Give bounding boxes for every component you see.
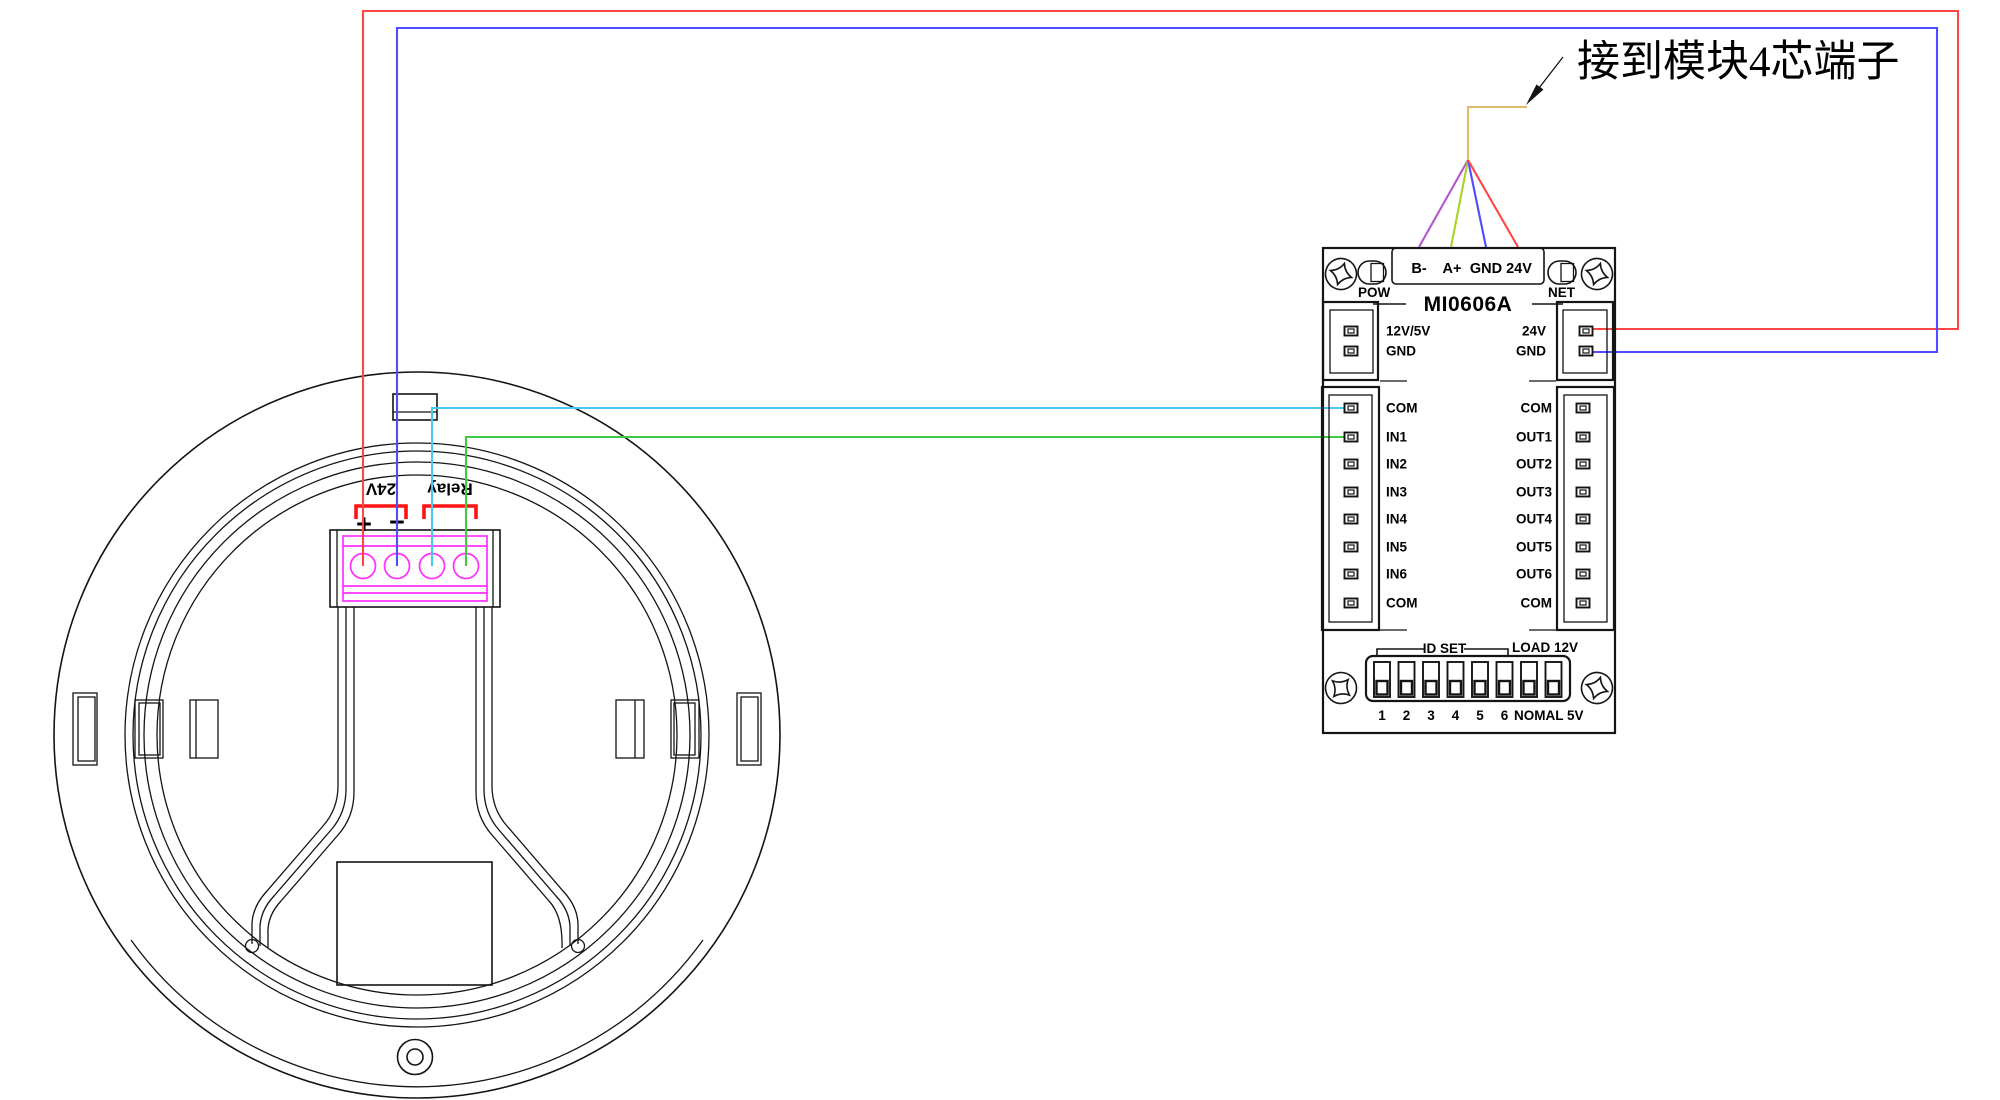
power-connector-left: 12V/5V GND <box>1323 302 1430 380</box>
net-led-icon <box>1548 261 1576 284</box>
pin-12v5v <box>1345 327 1358 336</box>
power-connector-right: 24V GND <box>1516 302 1613 380</box>
pin-label: IN3 <box>1386 485 1408 500</box>
terminal-label-24v: 24V <box>365 480 396 499</box>
io-connector-left: COM IN1 IN2 IN3 IN4 IN5 IN6 COM <box>1322 387 1418 630</box>
wire-red-header-24v <box>1468 160 1518 247</box>
header-terminal-label: B- <box>1411 261 1426 277</box>
pin-label: COM <box>1386 401 1418 416</box>
pin-label: COM <box>1386 596 1418 611</box>
wire-green-in1 <box>466 437 1345 566</box>
wire-blue-gnd <box>397 28 1937 566</box>
detector-base: 24V Relay + − <box>54 372 780 1098</box>
module-header-terminal: B- A+ GND 24V <box>1392 248 1544 284</box>
pin-label: COM <box>1521 401 1553 416</box>
cable-entry-notch <box>393 394 437 420</box>
dip-number: 4 <box>1452 708 1460 723</box>
pin-gnd <box>1345 347 1358 356</box>
mounting-slot <box>737 693 761 765</box>
dip-number: 2 <box>1403 708 1411 723</box>
load-12v-label: LOAD 12V <box>1512 640 1578 655</box>
pow-label: POW <box>1358 285 1391 300</box>
wiring-diagram-page: 24V Relay + − <box>0 0 2000 1100</box>
dip-switch-1 <box>1374 662 1390 697</box>
wire-blue-header-gnd <box>1468 160 1486 247</box>
callout-arrowhead-icon <box>1526 85 1544 106</box>
dip-switch-nomal <box>1521 662 1537 697</box>
callout-text: 接到模块4芯端子 <box>1577 39 1900 86</box>
detector-inner-ring <box>157 475 677 995</box>
mounting-hole <box>398 1040 433 1075</box>
header-terminal-label: GND <box>1470 261 1502 277</box>
dip-switch-2 <box>1399 662 1415 697</box>
dip-switch-4 <box>1448 662 1464 697</box>
pin-label: 12V/5V <box>1386 324 1430 339</box>
callout: 接到模块4芯端子 <box>1526 39 1900 105</box>
dip-switch-5v <box>1546 662 1562 697</box>
header-terminal-label: A+ <box>1443 261 1462 277</box>
pin-label: COM <box>1521 596 1553 611</box>
detector-inner-ring <box>144 462 690 1008</box>
screw-icon <box>1319 666 1363 710</box>
pin-label: OUT1 <box>1516 430 1552 445</box>
dip-switch-6 <box>1497 662 1513 697</box>
detector-center-box <box>337 862 492 985</box>
wiring-diagram: 24V Relay + − <box>0 0 2000 1100</box>
pin-label: IN1 <box>1386 430 1408 445</box>
pin-label: IN2 <box>1386 457 1407 472</box>
screw-icon <box>1577 668 1616 707</box>
dip-number: 6 <box>1501 708 1509 723</box>
pin-label: OUT4 <box>1516 512 1552 527</box>
pin-label: IN4 <box>1386 512 1408 527</box>
wire-purple-b-minus <box>1419 160 1468 247</box>
terminal-block-housing <box>330 530 500 607</box>
dip-number: 3 <box>1427 708 1435 723</box>
io-connector-right: COM OUT1 OUT2 OUT3 OUT4 OUT5 OUT6 COM <box>1516 387 1614 630</box>
pin-label: OUT2 <box>1516 457 1552 472</box>
pin-label: GND <box>1386 344 1416 359</box>
pin-label: IN6 <box>1386 567 1408 582</box>
pin-label: IN5 <box>1386 540 1408 555</box>
pin-label: 24V <box>1522 324 1546 339</box>
screw-icon <box>1321 254 1360 293</box>
wire-yellow-harness <box>1468 107 1527 160</box>
dip-number: 5 <box>1476 708 1484 723</box>
wires <box>363 11 1958 566</box>
terminal-block <box>330 530 500 607</box>
id-set-label: ID SET <box>1423 641 1467 656</box>
wire-cyan-com <box>432 408 1345 566</box>
nomal-5v-label: NOMAL 5V <box>1514 708 1584 723</box>
dip-switch-3 <box>1423 662 1439 697</box>
pow-led-icon <box>1358 261 1386 284</box>
callout-leader-line <box>1539 57 1563 88</box>
screw-icon <box>1577 254 1616 293</box>
net-label: NET <box>1548 285 1576 300</box>
dip-switch-5 <box>1472 662 1488 697</box>
dip-number: 1 <box>1378 708 1386 723</box>
mounting-bracket <box>246 607 585 953</box>
wire-red-24v <box>363 11 1958 566</box>
pin-label: GND <box>1516 344 1546 359</box>
pin-label: OUT6 <box>1516 567 1552 582</box>
pin-label: OUT5 <box>1516 540 1552 555</box>
module-mi0606a: B- A+ GND 24V POW NET MI0606A 12V/5V GND <box>1319 248 1616 733</box>
mounting-slot <box>190 700 218 758</box>
pin-24v <box>1580 327 1593 336</box>
mounting-slot <box>616 700 644 758</box>
pin-gnd <box>1580 347 1593 356</box>
mounting-slot <box>73 693 97 765</box>
module-title: MI0606A <box>1424 293 1513 316</box>
pin-label: OUT3 <box>1516 485 1552 500</box>
header-terminal-label: 24V <box>1506 261 1532 277</box>
dip-switch-block: ID SET LOAD 12V 1 2 3 4 5 6 NOMAL 5V <box>1366 640 1584 723</box>
